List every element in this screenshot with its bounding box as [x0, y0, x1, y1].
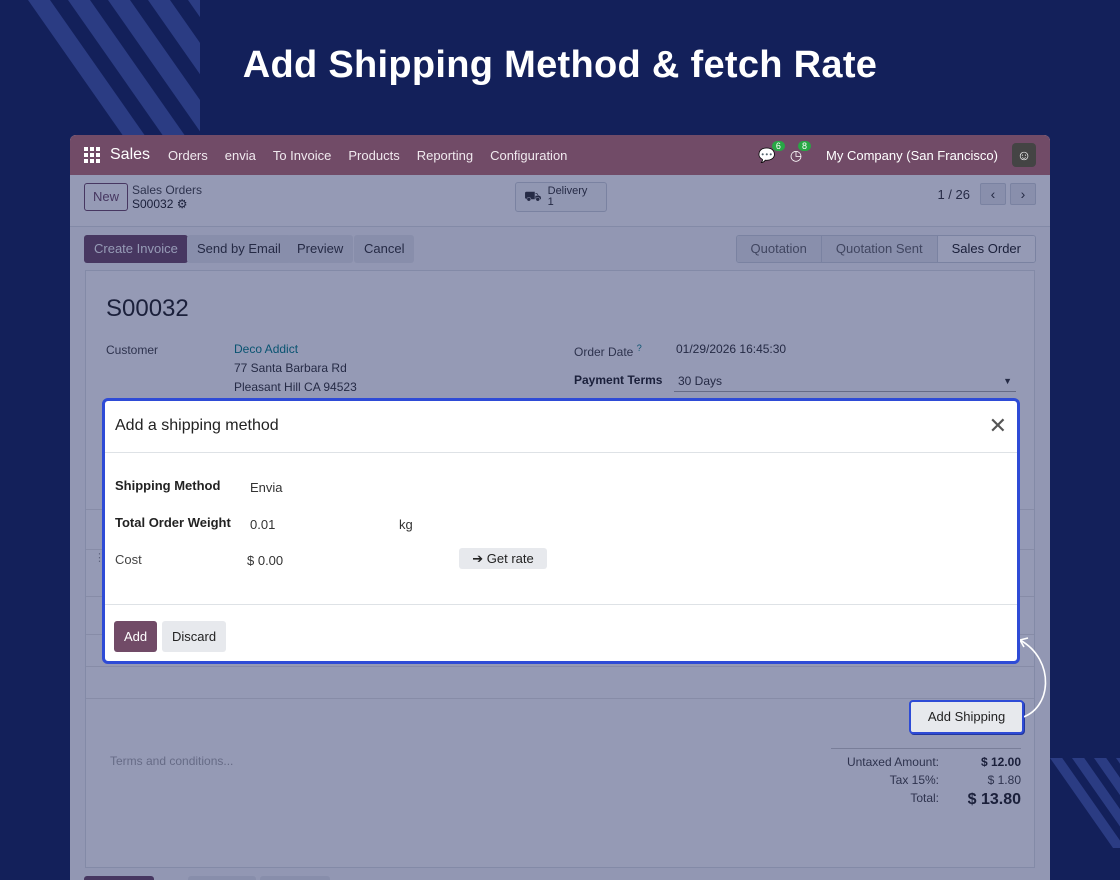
dialog-footer: Add Discard — [105, 604, 1017, 662]
user-avatar[interactable]: ☺ — [1012, 143, 1036, 167]
close-icon[interactable]: ✕ — [989, 413, 1007, 439]
activities-badge: 8 — [798, 140, 812, 151]
total-order-weight-field[interactable]: 0.01 — [250, 517, 275, 532]
discard-button[interactable]: Discard — [162, 621, 227, 652]
activities-icon[interactable]: ◷ 8 — [790, 140, 812, 164]
shipping-method-label: Shipping Method — [115, 478, 221, 493]
messages-icon[interactable]: 💬 6 — [758, 140, 785, 164]
nav-item-to-invoice[interactable]: To Invoice — [273, 148, 332, 163]
nav-item-products[interactable]: Products — [348, 148, 399, 163]
dialog-header: Add a shipping method ✕ — [105, 401, 1017, 453]
add-shipping-method-dialog: Add a shipping method ✕ Shipping Method … — [102, 398, 1020, 664]
decorative-stripes-bottom-right — [1050, 758, 1120, 848]
nav-item-orders[interactable]: Orders — [168, 148, 208, 163]
top-navbar: Sales Orders envia To Invoice Products R… — [70, 135, 1050, 175]
shipping-method-field[interactable]: Envia — [250, 480, 283, 495]
get-rate-button[interactable]: ➔ Get rate — [459, 548, 547, 569]
nav-item-configuration[interactable]: Configuration — [490, 148, 567, 163]
cost-value: $ 0.00 — [247, 553, 284, 568]
nav-item-reporting[interactable]: Reporting — [417, 148, 473, 163]
weight-unit: kg — [399, 517, 413, 532]
cost-label: Cost — [115, 552, 142, 567]
total-order-weight-label: Total Order Weight — [115, 515, 231, 530]
messages-badge: 6 — [771, 140, 785, 151]
add-button[interactable]: Add — [114, 621, 158, 652]
nav-brand[interactable]: Sales — [110, 146, 150, 164]
apps-grid-icon[interactable] — [84, 147, 100, 163]
add-shipping-button-highlight[interactable]: Add Shipping — [909, 700, 1024, 734]
nav-item-envia[interactable]: envia — [225, 148, 256, 163]
dialog-title: Add a shipping method — [115, 417, 279, 434]
company-switcher[interactable]: My Company (San Francisco) — [826, 148, 998, 163]
headline: Add Shipping Method & fetch Rate — [242, 44, 878, 86]
